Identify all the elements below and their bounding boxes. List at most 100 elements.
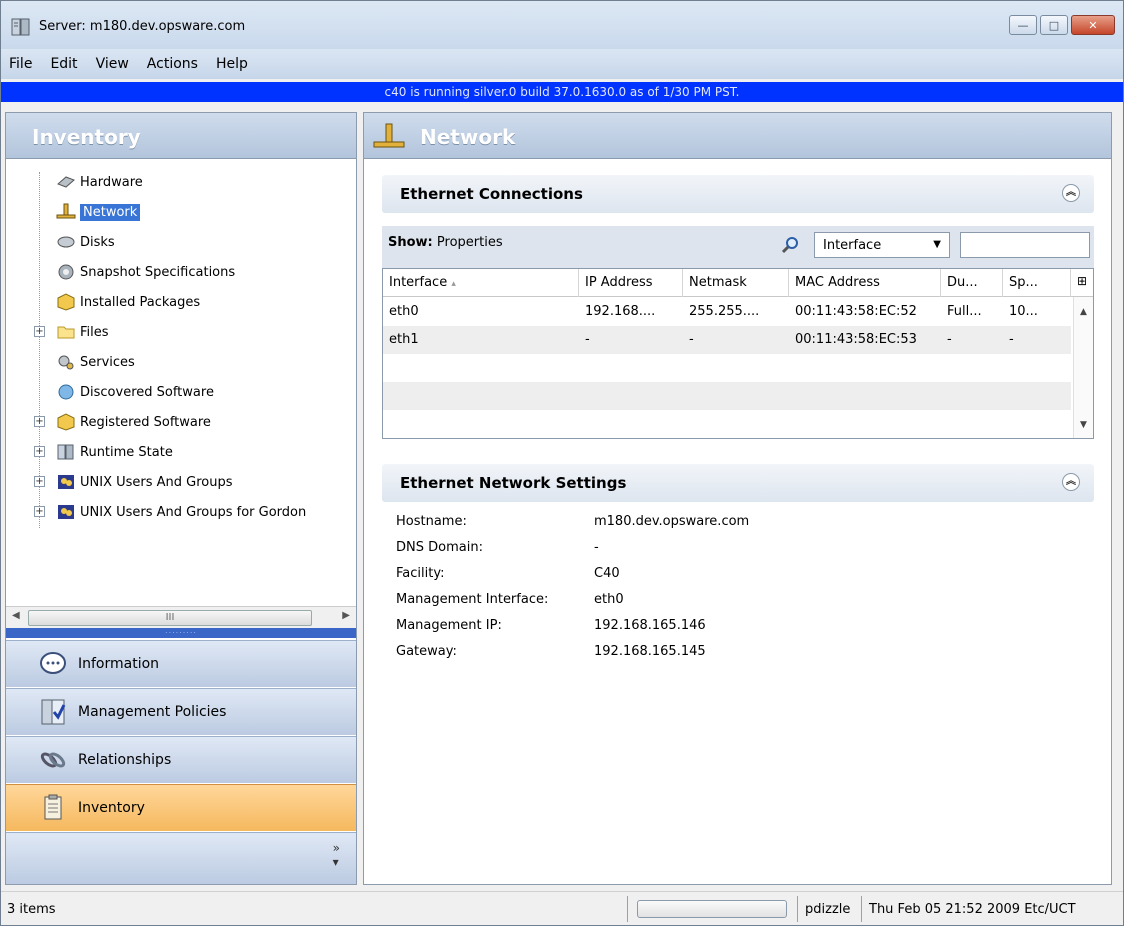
column-header-speed[interactable]: Sp... bbox=[1003, 269, 1071, 297]
expand-files-icon[interactable]: + bbox=[34, 326, 45, 337]
tree-item-installed-packages[interactable]: Installed Packages bbox=[56, 288, 200, 316]
inventory-tree: Hardware Network Disks Snapshot Specific… bbox=[6, 160, 356, 600]
relationships-icon bbox=[36, 743, 70, 777]
snapshot-icon bbox=[56, 262, 76, 282]
nav-overflow-bar bbox=[6, 832, 356, 884]
hostname-value: m180.dev.opsware.com bbox=[594, 514, 750, 529]
panel-splitter[interactable]: ......... bbox=[6, 627, 356, 638]
minimize-button[interactable]: — bbox=[1009, 15, 1037, 35]
tree-item-unix-users-and-groups[interactable]: + UNIX Users And Groups bbox=[34, 468, 233, 496]
services-icon bbox=[56, 352, 76, 372]
folder-icon bbox=[56, 322, 76, 342]
tree-item-registered-software[interactable]: + Registered Software bbox=[34, 408, 211, 436]
menu-edit[interactable]: Edit bbox=[50, 56, 77, 72]
column-header-duplex[interactable]: Du... bbox=[941, 269, 1003, 297]
filter-input[interactable] bbox=[960, 232, 1090, 258]
package-icon bbox=[56, 292, 76, 312]
gateway-value: 192.168.165.145 bbox=[594, 644, 706, 659]
facility-label: Facility: bbox=[396, 566, 445, 581]
registered-software-icon bbox=[56, 412, 76, 432]
server-icon bbox=[56, 442, 76, 462]
management-interface-value: eth0 bbox=[594, 592, 624, 607]
tree-item-network[interactable]: Network bbox=[56, 198, 141, 226]
inventory-panel: Inventory Hardware Network Disks Snapsho… bbox=[5, 112, 357, 885]
tree-item-files[interactable]: + Files bbox=[34, 318, 109, 346]
expand-runtime-state-icon[interactable]: + bbox=[34, 446, 45, 457]
menu-file[interactable]: File bbox=[9, 56, 32, 72]
menu-help[interactable]: Help bbox=[216, 56, 248, 72]
server-time: Thu Feb 05 21:52 2009 Etc/UCT bbox=[869, 902, 1076, 917]
current-user: pdizzle bbox=[805, 902, 851, 917]
table-header: Interface ▴ IP Address Netmask MAC Addre… bbox=[383, 269, 1093, 297]
ethernet-network-settings-header: Ethernet Network Settings ︽ bbox=[382, 464, 1094, 502]
network-icon bbox=[373, 123, 405, 148]
management-interface-label: Management Interface: bbox=[396, 592, 549, 607]
show-properties-link[interactable]: Properties bbox=[437, 235, 503, 250]
progress-bar bbox=[637, 900, 787, 918]
chevron-down-icon: ▼ bbox=[933, 239, 941, 250]
scroll-down-icon[interactable]: ▼ bbox=[1080, 420, 1087, 430]
search-icon[interactable] bbox=[780, 235, 800, 255]
management-ip-label: Management IP: bbox=[396, 618, 502, 633]
column-header-netmask[interactable]: Netmask bbox=[683, 269, 789, 297]
close-button[interactable]: ✕ bbox=[1071, 15, 1115, 35]
scroll-up-icon[interactable]: ▲ bbox=[1080, 307, 1087, 317]
collapse-chevron-icon[interactable]: ︽ bbox=[1062, 473, 1080, 491]
dns-domain-value: - bbox=[594, 540, 599, 555]
collapse-chevron-icon[interactable]: ︽ bbox=[1062, 184, 1080, 202]
nav-management-policies[interactable]: Management Policies bbox=[6, 688, 356, 735]
status-bar: 3 items pdizzle Thu Feb 05 21:52 2009 Et… bbox=[1, 891, 1123, 925]
inventory-icon bbox=[36, 791, 70, 825]
ethernet-connections-table: Interface ▴ IP Address Netmask MAC Addre… bbox=[382, 268, 1094, 439]
tree-item-services[interactable]: Services bbox=[56, 348, 135, 376]
server-window: Server: m180.dev.opsware.com — □ ✕ File … bbox=[0, 0, 1124, 926]
scroll-left-icon[interactable]: ◀ bbox=[12, 610, 20, 621]
tree-item-snapshot-specifications[interactable]: Snapshot Specifications bbox=[56, 258, 235, 286]
table-row[interactable]: eth1 - - 00:11:43:58:EC:53 - - bbox=[383, 326, 1071, 354]
nav-relationships[interactable]: Relationships bbox=[6, 736, 356, 783]
item-count: 3 items bbox=[7, 902, 56, 917]
filter-field-select[interactable]: Interface ▼ bbox=[814, 232, 950, 258]
disk-icon bbox=[56, 232, 76, 252]
policy-icon bbox=[36, 695, 70, 729]
menu-bar: File Edit View Actions Help bbox=[1, 49, 1123, 79]
tree-item-disks[interactable]: Disks bbox=[56, 228, 115, 256]
column-header-mac-address[interactable]: MAC Address bbox=[789, 269, 941, 297]
management-ip-value: 192.168.165.146 bbox=[594, 618, 706, 633]
tree-item-discovered-software[interactable]: Discovered Software bbox=[56, 378, 214, 406]
tree-item-unix-users-and-groups-gordon[interactable]: + UNIX Users And Groups for Gordon bbox=[34, 498, 306, 526]
title-bar: Server: m180.dev.opsware.com — □ ✕ bbox=[1, 1, 1123, 49]
users-icon bbox=[56, 502, 76, 522]
tree-item-hardware[interactable]: Hardware bbox=[56, 168, 143, 196]
column-header-ip-address[interactable]: IP Address bbox=[579, 269, 683, 297]
network-panel: Network Ethernet Connections ︽ Show: Pro… bbox=[363, 112, 1112, 885]
menu-view[interactable]: View bbox=[96, 56, 129, 72]
hostname-label: Hostname: bbox=[396, 514, 467, 529]
column-chooser-icon[interactable]: ⊞ bbox=[1071, 269, 1093, 297]
tree-item-runtime-state[interactable]: + Runtime State bbox=[34, 438, 173, 466]
expand-unix-users-gordon-icon[interactable]: + bbox=[34, 506, 45, 517]
scroll-right-icon[interactable]: ▶ bbox=[342, 610, 350, 621]
hardware-icon bbox=[56, 172, 76, 192]
ethernet-connections-header: Ethernet Connections ︽ bbox=[382, 175, 1094, 213]
network-icon bbox=[56, 202, 76, 222]
nav-information[interactable]: Information bbox=[6, 640, 356, 687]
network-header: Network bbox=[364, 113, 1111, 159]
inventory-header: Inventory bbox=[6, 113, 356, 159]
scroll-thumb[interactable]: III bbox=[28, 610, 312, 626]
table-row[interactable]: eth0 192.168.... 255.255.... 00:11:43:58… bbox=[383, 298, 1071, 326]
column-header-interface[interactable]: Interface ▴ bbox=[383, 269, 579, 297]
expand-registered-software-icon[interactable]: + bbox=[34, 416, 45, 427]
table-row-empty bbox=[383, 354, 1071, 382]
menu-actions[interactable]: Actions bbox=[147, 56, 198, 72]
maximize-button[interactable]: □ bbox=[1040, 15, 1068, 35]
window-title: Server: m180.dev.opsware.com bbox=[39, 19, 246, 34]
show-bar: Show: Properties Interface ▼ bbox=[382, 226, 1094, 268]
expand-unix-users-icon[interactable]: + bbox=[34, 476, 45, 487]
users-icon bbox=[56, 472, 76, 492]
table-vertical-scrollbar[interactable]: ▲ ▼ bbox=[1073, 297, 1093, 438]
nav-inventory[interactable]: Inventory bbox=[6, 784, 356, 831]
facility-value: C40 bbox=[594, 566, 620, 581]
more-chevron-icon[interactable]: » ▾ bbox=[333, 841, 340, 869]
tree-horizontal-scrollbar[interactable]: ◀ III ▶ bbox=[6, 606, 356, 628]
